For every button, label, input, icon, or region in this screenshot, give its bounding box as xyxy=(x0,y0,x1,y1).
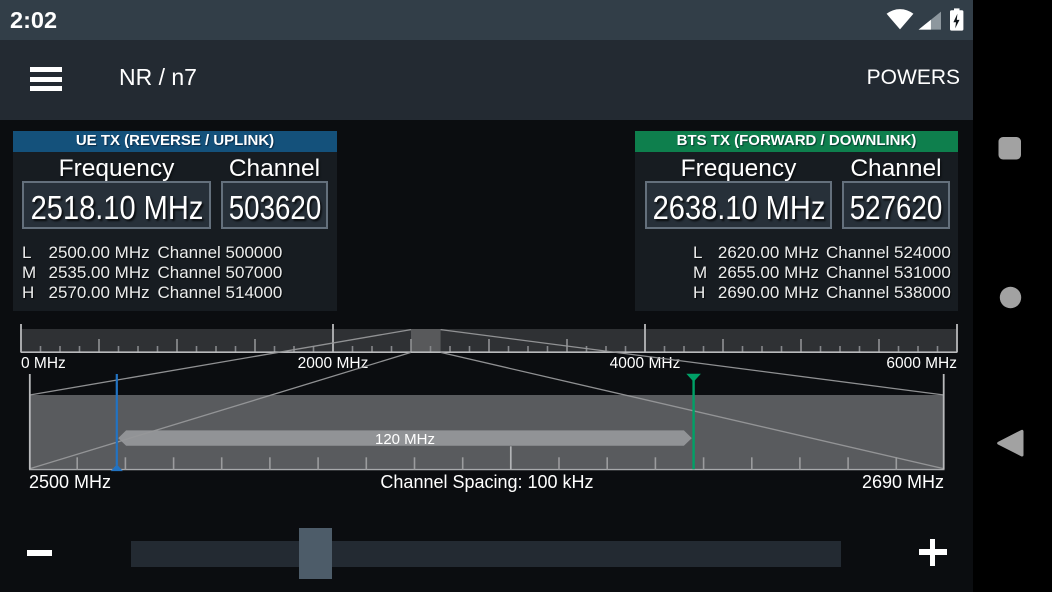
svg-text:120 MHz: 120 MHz xyxy=(375,431,435,448)
svg-text:6000 MHz: 6000 MHz xyxy=(886,355,957,372)
svg-text:2690 MHz: 2690 MHz xyxy=(862,472,944,492)
svg-text:4000 MHz: 4000 MHz xyxy=(610,355,681,372)
svg-text:2500 MHz: 2500 MHz xyxy=(29,472,111,492)
svg-text:2000 MHz: 2000 MHz xyxy=(298,355,369,372)
svg-text:Channel Spacing: 100 kHz: Channel Spacing: 100 kHz xyxy=(380,472,593,492)
svg-text:0 MHz: 0 MHz xyxy=(21,355,66,372)
